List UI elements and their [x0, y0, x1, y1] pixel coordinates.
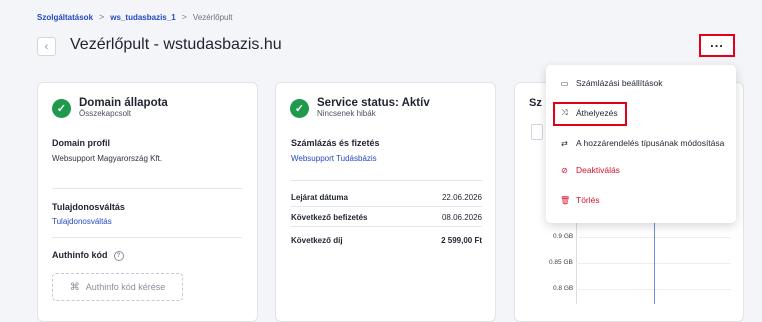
breadcrumb-separator: >: [181, 12, 187, 22]
row-key: Következő befizetés: [291, 213, 368, 222]
more-options-button[interactable]: ...: [699, 34, 735, 57]
domain-status-subtitle: Összekapcsolt: [79, 109, 132, 118]
menu-item-label: A hozzárendelés típusának módosítása: [576, 138, 725, 148]
more-options-menu: ▭ Számlázási beállítások ⤨ Áthelyezés ⇄ …: [546, 65, 736, 223]
check-circle-icon: ✓: [290, 99, 309, 118]
breadcrumb-item-services[interactable]: Szolgáltatások: [37, 13, 93, 22]
y-tick-label: 0.9 GB: [553, 233, 574, 240]
check-circle-icon: ✓: [52, 99, 71, 118]
breadcrumb: Szolgáltatások > ws_tudasbazis_1 > Vezér…: [37, 12, 233, 22]
menu-item-deactivate[interactable]: ⊘ Deaktiválás: [560, 165, 620, 175]
divider: [291, 180, 482, 181]
menu-item-label: Számlázási beállítások: [576, 78, 663, 88]
menu-item-delete[interactable]: 🗑 Törlés: [560, 195, 600, 205]
chart-series-line: [654, 214, 655, 304]
row-value: 08.06.2026: [441, 213, 482, 222]
table-row: Következő díj 2 599,00 Ft: [291, 236, 482, 245]
table-row: Következő befizetés 08.06.2026: [291, 213, 482, 222]
table-row: Lejárat dátuma 22.06.2026: [291, 193, 482, 202]
authinfo-request-button[interactable]: ⌘ Authinfo kód kérése: [52, 273, 183, 301]
billing-label: Számlázás és fizetés: [291, 138, 380, 148]
row-key: Lejárat dátuma: [291, 193, 348, 202]
breadcrumb-item-current: Vezérlőpult: [192, 12, 233, 22]
service-status: ✓ Service status: Aktív Nincsenek hibák: [290, 97, 430, 118]
billing-icon: ▭: [560, 78, 569, 88]
menu-item-billing-settings[interactable]: ▭ Számlázási beállítások: [560, 78, 663, 88]
service-status-title: Service status: Aktív: [317, 97, 430, 109]
trash-icon: 🗑: [560, 195, 571, 205]
divider: [52, 237, 242, 238]
service-status-card: [275, 82, 496, 322]
service-status-subtitle: Nincsenek hibák: [317, 109, 376, 118]
menu-item-label: Törlés: [576, 195, 600, 205]
breadcrumb-item-service[interactable]: ws_tudasbazis_1: [110, 13, 175, 22]
chart-axis: [576, 214, 577, 304]
authinfo-label-text: Authinfo kód: [52, 250, 108, 260]
info-icon[interactable]: ?: [113, 251, 124, 261]
key-icon: ⌘: [69, 281, 80, 293]
back-button[interactable]: ‹: [37, 37, 56, 56]
y-tick-label: 0.8 GB: [553, 285, 574, 292]
menu-item-change-assignment-type[interactable]: ⇄ A hozzárendelés típusának módosítása: [560, 138, 724, 148]
menu-item-label: Deaktiválás: [576, 165, 620, 175]
transfer-label: Tulajdonosváltás: [52, 202, 125, 212]
highlight-box: [553, 102, 627, 126]
billing-link[interactable]: Websupport Tudásbázis: [291, 154, 377, 163]
chart-control[interactable]: [531, 124, 543, 140]
row-key: Következő díj: [291, 236, 343, 245]
row-value: 2 599,00 Ft: [441, 236, 482, 245]
more-horizontal-icon: ...: [710, 34, 724, 50]
storage-card-title: Sz: [529, 97, 542, 109]
domain-profile-value: Websupport Magyarország Kft.: [52, 154, 163, 163]
y-tick-label: 0.85 GB: [549, 259, 573, 266]
divider: [52, 188, 242, 189]
domain-profile-label: Domain profil: [52, 138, 110, 148]
deactivate-icon: ⊘: [561, 165, 568, 175]
domain-status: ✓ Domain állapota Összekapcsolt: [52, 97, 168, 118]
transfer-link[interactable]: Tulajdonosváltás: [52, 217, 112, 226]
chevron-left-icon: ‹: [44, 40, 49, 53]
breadcrumb-separator: >: [99, 12, 105, 22]
authinfo-label: Authinfo kód?: [52, 250, 124, 261]
divider: [291, 206, 482, 207]
authinfo-request-label: Authinfo kód kérése: [85, 282, 166, 292]
divider: [291, 226, 482, 227]
swap-icon: ⇄: [561, 138, 568, 148]
domain-status-title: Domain állapota: [79, 97, 168, 109]
row-value: 22.06.2026: [441, 193, 482, 202]
page-title: Vezérlőpult - wstudasbazis.hu: [70, 36, 282, 53]
